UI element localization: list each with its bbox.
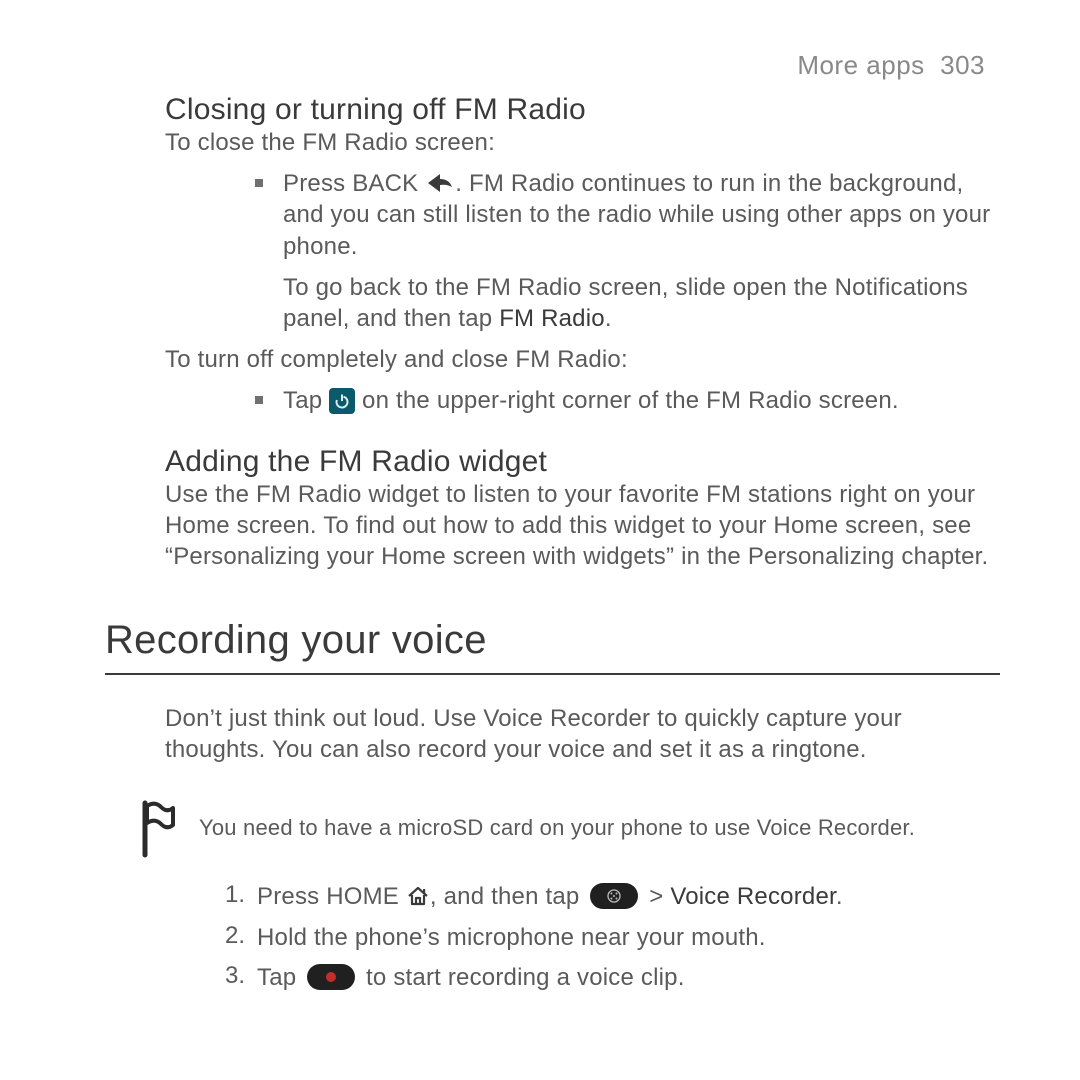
ordered-list-steps: 1. Press HOME , and then tap > Voice Rec… [165,881,1000,994]
text-fragment: on the upper-right corner of the FM Radi… [355,387,899,414]
text-strong-fm-radio: FM Radio [499,305,605,332]
text-fragment: Press BACK [283,170,425,197]
bullet-marker [255,396,263,404]
bullet-item: Tap on the upper-right corner of the FM … [255,385,1000,416]
text-fragment: to start recording a voice clip. [359,964,684,991]
power-icon [329,388,355,414]
text-fragment: Tap [257,964,303,991]
flag-icon [135,799,177,859]
record-icon [307,964,355,990]
text-fragment: , and then tap [430,883,586,910]
text-fragment: . [836,883,843,910]
text-fragment: To go back to the FM Radio screen, slide… [283,274,968,332]
horizontal-rule [105,673,1000,675]
back-arrow-icon [425,171,455,195]
list-content: Hold the phone’s microphone near your mo… [257,922,766,954]
intro-turn-off: To turn off completely and close FM Radi… [165,344,1000,375]
list-number: 1. [225,881,257,913]
list-content: Tap to start recording a voice clip. [257,962,685,994]
heading-adding-widget: Adding the FM Radio widget [165,445,1000,479]
note-text: You need to have a microSD card on your … [199,799,915,841]
list-number: 2. [225,922,257,954]
text-fragment: . [605,305,612,332]
heading-closing-fm-radio: Closing or turning off FM Radio [165,93,1000,127]
text-fragment: Tap [283,387,329,414]
heading-recording-voice: Recording your voice [105,618,1000,663]
list-number: 3. [225,962,257,994]
text-fragment: > [642,883,670,910]
bullet-item: Press BACK . FM Radio continues to run i… [255,168,1000,334]
page-header: More apps 303 [105,50,1000,81]
bullet-content: Press BACK . FM Radio continues to run i… [283,168,1000,334]
home-icon [406,884,430,908]
bullet-list-close: Press BACK . FM Radio continues to run i… [165,168,1000,334]
intro-voice-recorder: Don’t just think out loud. Use Voice Rec… [165,703,1000,765]
text-fragment: Press HOME [257,883,406,910]
apps-grid-icon [590,883,638,909]
intro-close-screen: To close the FM Radio screen: [165,127,1000,158]
section-name: More apps [797,50,924,80]
list-content: Press HOME , and then tap > Voice Record… [257,881,843,913]
list-item: 3. Tap to start recording a voice clip. [225,962,1000,994]
body-adding-widget: Use the FM Radio widget to listen to you… [165,479,1000,573]
bullet-content: Tap on the upper-right corner of the FM … [283,385,1000,416]
note-callout: You need to have a microSD card on your … [105,799,1000,859]
list-item: 1. Press HOME , and then tap > Voice Rec… [225,881,1000,913]
text-strong-voice-recorder: Voice Recorder [670,883,836,910]
list-item: 2. Hold the phone’s microphone near your… [225,922,1000,954]
bullet-list-turnoff: Tap on the upper-right corner of the FM … [165,385,1000,416]
page-number: 303 [940,50,985,80]
bullet-marker [255,179,263,187]
